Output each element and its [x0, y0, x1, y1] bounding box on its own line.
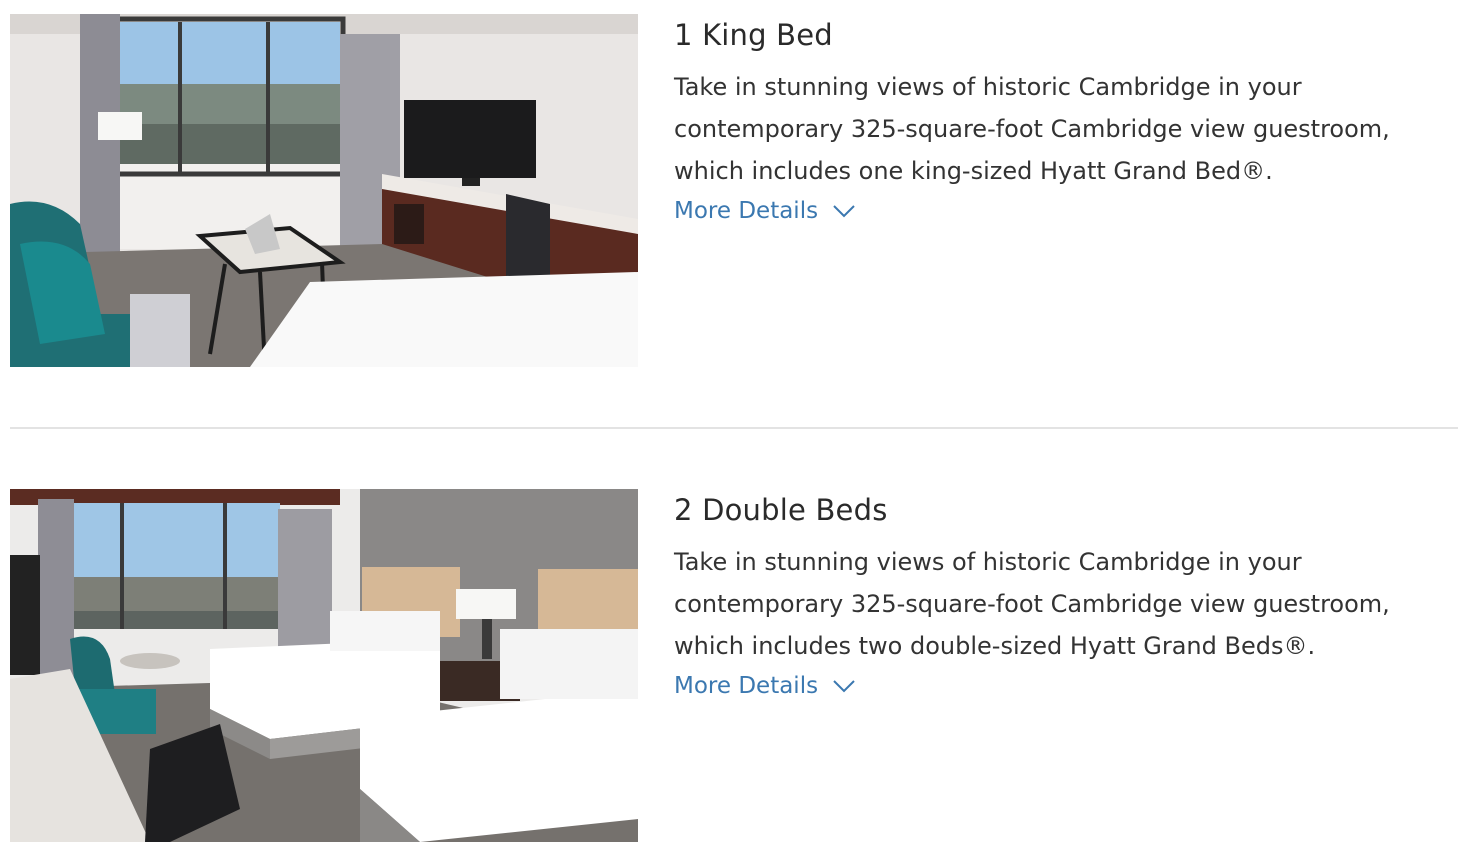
chevron-down-icon	[833, 680, 855, 693]
room-info-king: 1 King Bed Take in stunning views of his…	[674, 14, 1454, 224]
more-details-label: More Details	[674, 673, 819, 699]
room-info-double: 2 Double Beds Take in stunning views of …	[674, 489, 1454, 699]
room-photo-double[interactable]	[10, 489, 638, 842]
room-title: 1 King Bed	[674, 18, 833, 52]
chevron-down-icon	[833, 205, 855, 218]
room-photo-king[interactable]	[10, 14, 638, 367]
room-card-double: 2 Double Beds Take in stunning views of …	[10, 489, 1458, 842]
king-room-photo	[10, 14, 638, 367]
more-details-link[interactable]: More Details	[674, 198, 856, 224]
double-room-photo	[10, 489, 638, 842]
room-title: 2 Double Beds	[674, 493, 888, 527]
more-details-link[interactable]: More Details	[674, 673, 856, 699]
more-details-label: More Details	[674, 198, 819, 224]
room-description: Take in stunning views of historic Cambr…	[674, 73, 1390, 185]
room-card-king: 1 King Bed Take in stunning views of his…	[10, 14, 1458, 367]
room-description: Take in stunning views of historic Cambr…	[674, 548, 1390, 660]
room-divider	[10, 427, 1458, 429]
